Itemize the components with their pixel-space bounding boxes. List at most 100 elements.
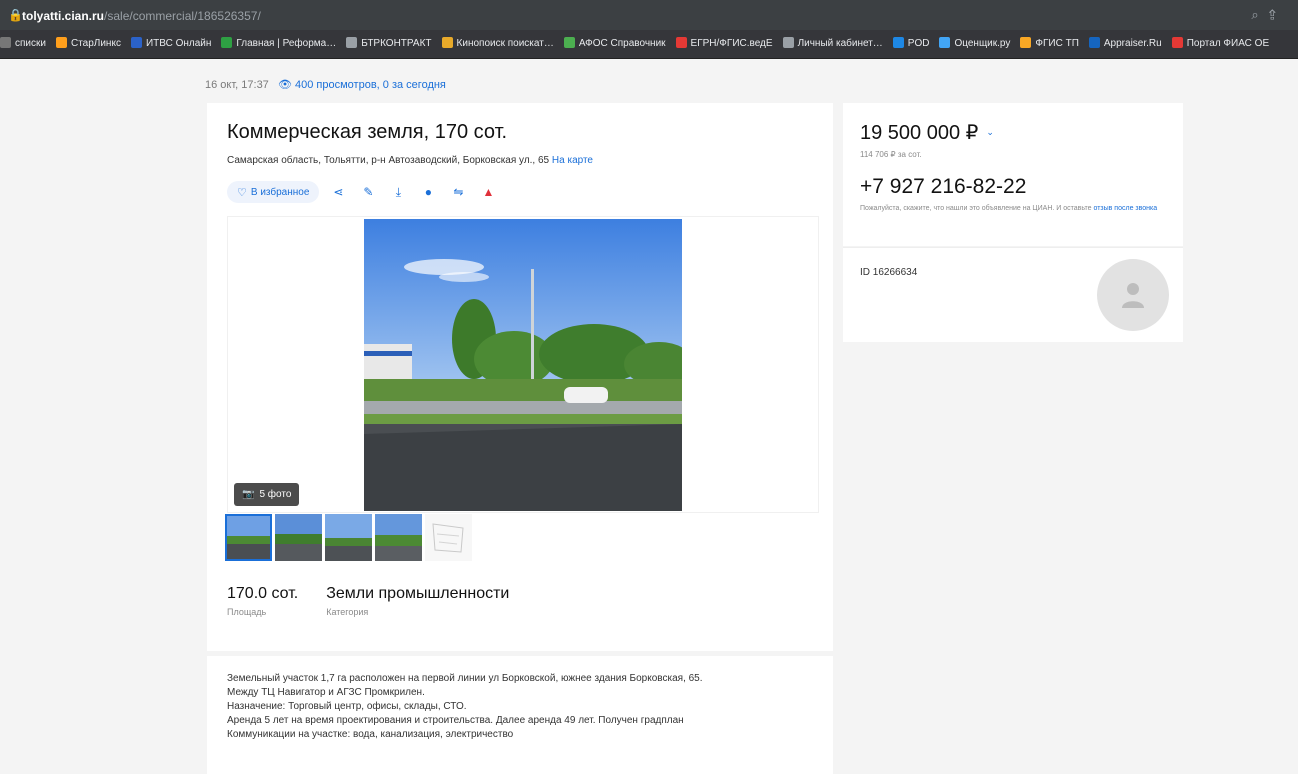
url-path: /sale/commercial/186526357/ — [104, 9, 261, 23]
share-button[interactable]: ⋖ — [327, 181, 349, 203]
bookmark-item[interactable]: ЕГРН/ФГИС.ведЕ — [675, 30, 773, 58]
price-card: 19 500 000 ₽ ⌄ 114 706 ₽ за сот. +7 927 … — [843, 103, 1183, 246]
bookmark-favicon-icon — [1020, 37, 1032, 48]
print-button[interactable]: ● — [417, 181, 439, 203]
heart-icon: ♡ — [237, 186, 247, 199]
bookmark-item[interactable]: списки — [0, 30, 46, 58]
bookmark-favicon-icon — [346, 37, 358, 48]
bookmark-label: списки — [15, 38, 46, 49]
bookmark-item[interactable]: ФГИС ТП — [1020, 30, 1079, 58]
listing-address: Самарская область, Тольятти, р-н Автозав… — [227, 155, 593, 166]
share-icon[interactable]: ⇪ — [1269, 7, 1286, 22]
bookmark-item[interactable]: Кинопоиск поискат… — [441, 30, 554, 58]
lock-icon: 🔒 — [8, 8, 23, 22]
bookmark-favicon-icon — [441, 37, 453, 48]
browser-actions[interactable]: ⌕⇪ — [1251, 7, 1286, 23]
bookmark-item[interactable]: Appraiser.Ru — [1088, 30, 1162, 58]
avatar[interactable] — [1097, 259, 1169, 331]
action-bar: ♡ В избранное ⋖ ✎ ⤓ ● ⇋ ▲ — [227, 181, 499, 203]
print-icon: ● — [424, 185, 433, 199]
favorite-button[interactable]: ♡ В избранное — [227, 181, 320, 203]
category-value: Земли промышленности — [326, 585, 510, 602]
bookmark-item[interactable]: СтарЛинкс — [55, 30, 121, 58]
photo-count-label: 5 фото — [259, 489, 292, 500]
download-button[interactable]: ⤓ — [387, 181, 409, 203]
bookmark-favicon-icon — [892, 37, 904, 48]
thumbnail[interactable] — [275, 514, 322, 561]
bookmark-label: Портал ФИАС ОЕ — [1186, 38, 1270, 49]
review-link[interactable]: отзыв после звонка — [1093, 205, 1157, 212]
url-text[interactable]: tolyatti.cian.ru/sale/commercial/1865263… — [22, 9, 261, 23]
bookmark-item[interactable]: Главная | Реформа… — [221, 30, 336, 58]
listing-params: 170.0 сот. Площадь Земли промышленности … — [227, 585, 509, 617]
bookmark-item[interactable]: Личный кабинет… — [782, 30, 883, 58]
thumbnail[interactable] — [225, 514, 272, 561]
bookmark-favicon-icon — [55, 37, 67, 48]
bookmark-favicon-icon — [0, 37, 11, 48]
price-value: 19 500 000 ₽ — [860, 122, 979, 144]
zoom-icon[interactable]: ⌕ — [1251, 7, 1268, 22]
map-link[interactable]: На карте — [552, 155, 593, 166]
area-value: 170.0 сот. — [227, 585, 299, 602]
photo-gallery[interactable]: 📷 5 фото — [227, 216, 819, 513]
description-text: Земельный участок 1,7 га расположен на п… — [227, 673, 703, 740]
camera-icon: 📷 — [242, 489, 255, 500]
bookmark-item[interactable]: ИТВС Онлайн — [130, 30, 212, 58]
main-photo[interactable] — [364, 219, 682, 511]
bookmark-label: СтарЛинкс — [70, 38, 121, 49]
browser-address-bar[interactable]: 🔒 tolyatti.cian.ru/sale/commercial/18652… — [0, 0, 1298, 30]
bookmark-favicon-icon — [1088, 37, 1100, 48]
bookmark-item[interactable]: POD — [892, 30, 930, 58]
bookmark-label: БТРКОНТРАКТ — [361, 38, 432, 49]
bookmarks-bar: списки СтарЛинкс ИТВС Онлайн Главная | Рефо… — [0, 30, 1298, 59]
edit-button[interactable]: ✎ — [357, 181, 379, 203]
listing-card: Коммерческая земля, 170 сот. Самарская о… — [207, 103, 833, 651]
bookmark-favicon-icon — [221, 37, 233, 48]
pencil-icon: ✎ — [363, 185, 374, 199]
warning-icon: ▲ — [482, 185, 495, 199]
bookmark-item[interactable]: БТРКОНТРАКТ — [346, 30, 432, 58]
call-note-text: Пожалуйста, скажите, что нашли это объяв… — [860, 205, 1092, 212]
views-link[interactable]: 400 просмотров, 0 за сегодня — [295, 79, 446, 91]
address-text: Самарская область, Тольятти, р-н Автозав… — [227, 155, 550, 166]
thumbnail[interactable] — [325, 514, 372, 561]
bookmark-label: Оценщик.ру — [954, 38, 1011, 49]
bookmark-favicon-icon — [939, 37, 951, 48]
price-per-unit: 114 706 ₽ за сот. — [860, 150, 922, 159]
bookmark-label: Главная | Реформа… — [236, 38, 337, 49]
bookmark-favicon-icon — [563, 37, 575, 48]
category-label: Категория — [326, 607, 369, 617]
thumbnail[interactable] — [425, 514, 472, 561]
bookmark-item[interactable]: АФОС Справочник — [563, 30, 666, 58]
param-category: Земли промышленности Категория — [326, 585, 509, 617]
bookmark-label: Appraiser.Ru — [1103, 38, 1162, 49]
photo-count-badge[interactable]: 📷 5 фото — [234, 483, 300, 506]
description-card: Земельный участок 1,7 га расположен на п… — [207, 656, 833, 774]
share-icon: ⋖ — [333, 185, 344, 199]
price: 19 500 000 ₽ ⌄ — [860, 120, 994, 145]
phone-number[interactable]: +7 927 216-82-22 — [860, 175, 1026, 199]
bookmark-label: ФГИС ТП — [1035, 38, 1079, 49]
listing-meta: 16 окт, 17:37 👁 400 просмотров, 0 за сег… — [205, 78, 446, 91]
bookmark-item[interactable]: Портал ФИАС ОЕ — [1171, 30, 1270, 58]
chevron-down-icon[interactable]: ⌄ — [986, 127, 994, 138]
thumbnail-strip — [225, 514, 472, 561]
compare-icon: ⇋ — [453, 185, 464, 199]
param-area: 170.0 сот. Площадь — [227, 585, 298, 617]
bookmark-label: Кинопоиск поискат… — [456, 38, 554, 49]
bookmark-label: POD — [907, 38, 930, 49]
publish-date: 16 окт, 17:37 — [205, 79, 269, 91]
download-icon: ⤓ — [395, 184, 402, 199]
listing-title: Коммерческая земля, 170 сот. — [227, 121, 508, 143]
thumbnail[interactable] — [375, 514, 422, 561]
bookmark-label: Личный кабинет… — [797, 38, 883, 49]
area-label: Площадь — [227, 607, 267, 617]
compare-button[interactable]: ⇋ — [447, 181, 469, 203]
favorite-label: В избранное — [250, 186, 310, 198]
bookmark-favicon-icon — [675, 37, 687, 48]
agent-card: ID 16266634 — [843, 247, 1183, 342]
agent-id: ID 16266634 — [860, 267, 918, 278]
complain-button[interactable]: ▲ — [477, 181, 499, 203]
bookmark-item[interactable]: Оценщик.ру — [939, 30, 1010, 58]
bookmark-label: ИТВС Онлайн — [145, 38, 212, 49]
